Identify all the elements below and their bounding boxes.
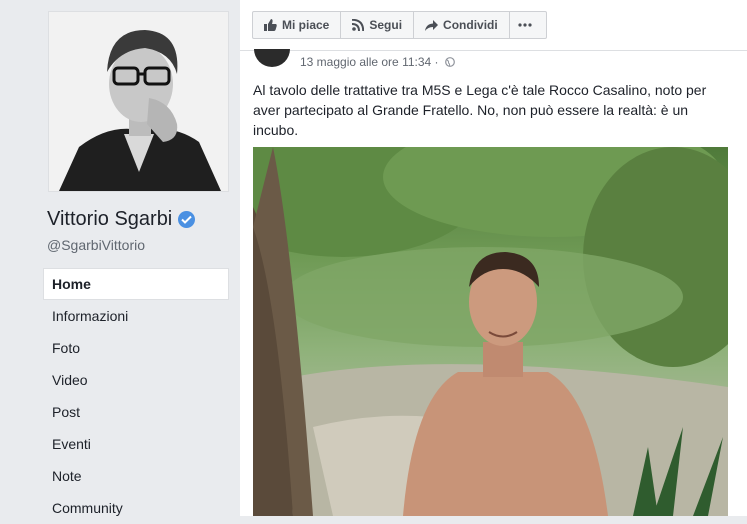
share-label: Condividi (443, 18, 498, 32)
more-icon (518, 23, 532, 27)
rss-icon (352, 19, 365, 31)
profile-picture[interactable] (48, 11, 229, 192)
nav-item-post[interactable]: Post (43, 396, 229, 428)
nav-item-note[interactable]: Note (43, 460, 229, 492)
page-name[interactable]: Vittorio Sgarbi (47, 208, 196, 231)
like-label: Mi piace (282, 18, 330, 32)
follow-button[interactable]: Segui (341, 12, 415, 38)
post-timestamp[interactable]: 13 maggio alle ore 11:34 · (300, 55, 439, 69)
thumbs-up-icon (264, 19, 277, 31)
nav-item-eventi[interactable]: Eventi (43, 428, 229, 460)
page-action-bar: Mi piace Segui Condividi (240, 0, 747, 51)
nav-item-community[interactable]: Community (43, 492, 229, 524)
post-text: Al tavolo delle trattative tra M5S e Leg… (253, 82, 707, 138)
share-arrow-icon (425, 19, 439, 31)
like-button[interactable]: Mi piace (253, 12, 342, 38)
globe-icon (444, 57, 455, 67)
page-nav: Home Informazioni Foto Video Post Eventi… (43, 268, 229, 524)
share-button[interactable]: Condividi (414, 12, 510, 38)
post-photo[interactable] (253, 147, 728, 516)
page-sidebar: Vittorio Sgarbi @SgarbiVittorio Home Inf… (0, 0, 240, 516)
post-photo-illustration (253, 147, 728, 516)
page-name-text[interactable]: Vittorio Sgarbi (47, 208, 172, 231)
page-handle[interactable]: @SgarbiVittorio (47, 237, 145, 253)
main-column: Mi piace Segui Condividi 13 maggio alle … (240, 0, 747, 516)
profile-photo (49, 12, 228, 191)
follow-label: Segui (369, 18, 403, 32)
verified-badge-icon (178, 211, 196, 228)
action-button-group: Mi piace Segui Condividi (252, 11, 547, 39)
post-header: 13 maggio alle ore 11:34 · (254, 49, 455, 73)
nav-item-video[interactable]: Video (43, 364, 229, 396)
nav-item-foto[interactable]: Foto (43, 332, 229, 364)
nav-item-home[interactable]: Home (43, 268, 229, 300)
post-author-avatar[interactable] (254, 49, 290, 67)
nav-item-informazioni[interactable]: Informazioni (43, 300, 229, 332)
more-button[interactable] (510, 12, 546, 38)
